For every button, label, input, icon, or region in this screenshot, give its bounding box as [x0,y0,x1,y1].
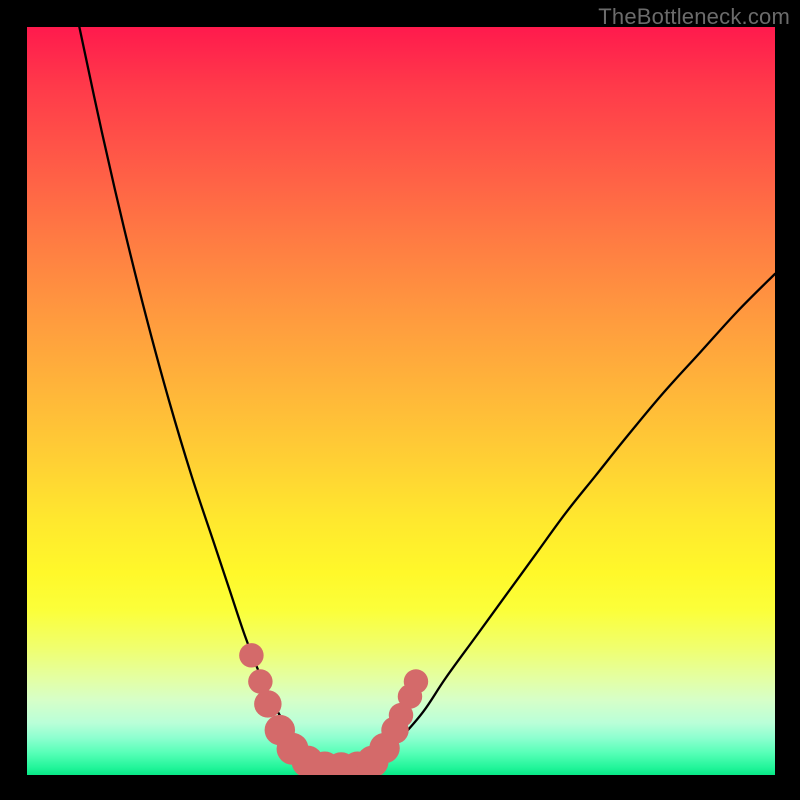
chart-overlay [27,27,775,775]
highlight-dot [254,690,281,717]
right-curve [371,274,775,764]
highlight-dot [239,643,263,667]
highlight-dots [239,643,428,775]
highlight-dot [248,669,272,693]
highlight-dot [404,669,428,693]
left-curve [79,27,322,764]
